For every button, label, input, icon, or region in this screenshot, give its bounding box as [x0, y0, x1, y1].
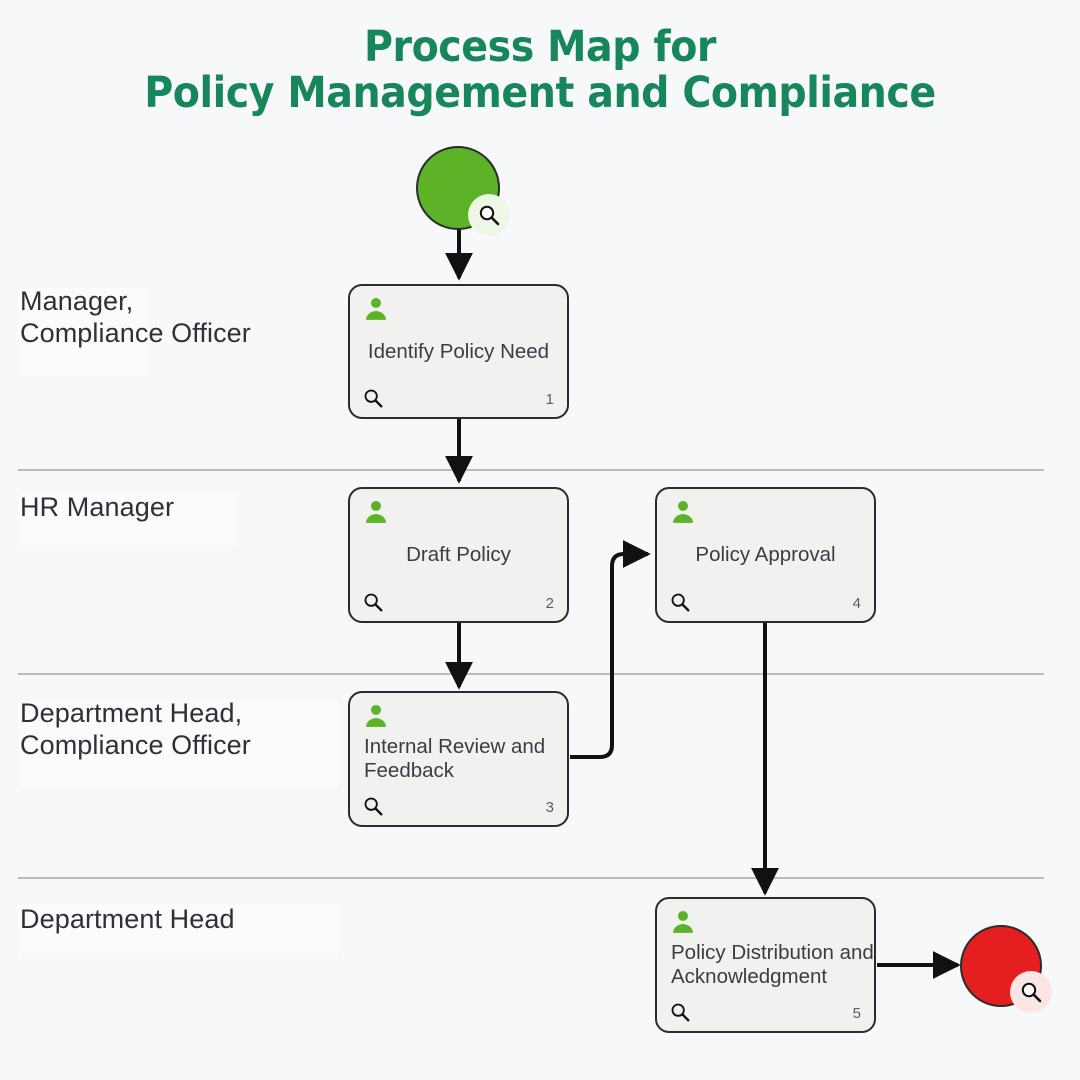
- lane-label-manager-compliance-officer: Manager, Compliance Officer: [20, 286, 251, 348]
- lane-divider-3: [18, 877, 1044, 879]
- magnifier-icon[interactable]: [362, 591, 384, 613]
- lane-label-department-head: Department Head: [20, 904, 235, 934]
- title-line-1: Process Map for: [364, 22, 716, 72]
- task-number: 5: [852, 1005, 861, 1022]
- task-label: Draft Policy: [406, 543, 511, 567]
- page-title: Process Map for Policy Management and Co…: [43, 24, 1037, 117]
- task-node-policy-approval[interactable]: Policy Approval 4: [655, 487, 876, 623]
- task-node-policy-distribution-and-acknowledgment[interactable]: Policy Distribution and Acknowledgment 5: [655, 897, 876, 1033]
- flow-task-3-to-task-4: [570, 540, 651, 759]
- task-number: 2: [545, 595, 554, 612]
- task-number: 4: [852, 595, 861, 612]
- lane-divider-2: [18, 673, 1044, 675]
- magnifier-icon[interactable]: [669, 591, 691, 613]
- task-node-internal-review-and-feedback[interactable]: Internal Review and Feedback 3: [348, 691, 569, 827]
- end-event-node[interactable]: [960, 925, 1052, 1013]
- lane-label-hr-manager: HR Manager: [20, 492, 175, 522]
- magnifier-icon[interactable]: [362, 795, 384, 817]
- task-label: Policy Distribution and Acknowledgment: [671, 941, 874, 988]
- person-icon: [366, 500, 386, 523]
- task-node-identify-policy-need[interactable]: Identify Policy Need 1: [348, 284, 569, 419]
- person-icon: [673, 910, 693, 933]
- person-icon: [366, 704, 386, 727]
- magnifier-icon[interactable]: [669, 1001, 691, 1023]
- task-node-draft-policy[interactable]: Draft Policy 2: [348, 487, 569, 623]
- magnifier-icon[interactable]: [362, 387, 384, 409]
- magnifier-badge-icon: [468, 194, 510, 236]
- task-label: Policy Approval: [695, 543, 836, 567]
- task-label: Identify Policy Need: [367, 339, 550, 363]
- task-number: 1: [545, 391, 554, 408]
- lane-divider-1: [18, 469, 1044, 471]
- title-line-2: Policy Management and Compliance: [144, 68, 936, 119]
- person-icon: [366, 297, 386, 320]
- task-number: 3: [545, 799, 554, 816]
- person-icon: [673, 500, 693, 523]
- magnifier-badge-icon: [1010, 971, 1052, 1013]
- process-map-canvas: Process Map for Policy Management and Co…: [0, 0, 1080, 1080]
- task-label: Internal Review and Feedback: [364, 735, 546, 782]
- start-event-node[interactable]: [416, 146, 510, 236]
- lane-label-department-head-compliance-officer: Department Head, Compliance Officer: [20, 698, 251, 760]
